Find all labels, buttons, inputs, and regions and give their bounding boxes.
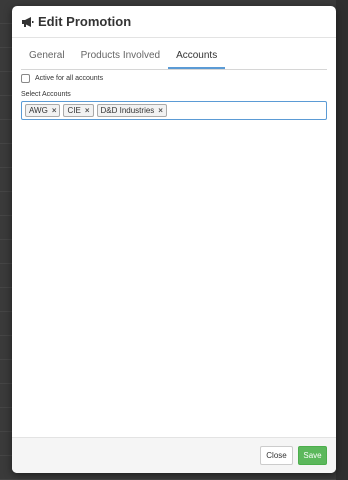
remove-chip-icon[interactable]: × bbox=[158, 106, 163, 115]
modal-header: Edit Promotion bbox=[12, 6, 336, 38]
modal-footer: Close Save bbox=[12, 437, 336, 473]
account-chip: D&D Industries × bbox=[96, 104, 167, 117]
megaphone-icon bbox=[21, 16, 34, 28]
account-chip: CIE × bbox=[63, 104, 94, 117]
save-button[interactable]: Save bbox=[298, 446, 327, 465]
select-accounts-label: Select Accounts bbox=[21, 91, 71, 98]
select-accounts-input[interactable]: AWG × CIE × D&D Industries × bbox=[21, 101, 327, 120]
remove-chip-icon[interactable]: × bbox=[85, 106, 90, 115]
active-all-checkbox[interactable] bbox=[21, 74, 30, 83]
account-chip-label: AWG bbox=[29, 106, 48, 115]
modal-title: Edit Promotion bbox=[38, 14, 132, 29]
remove-chip-icon[interactable]: × bbox=[52, 106, 57, 115]
tab-products-involved[interactable]: Products Involved bbox=[73, 47, 169, 69]
active-all-label: Active for all accounts bbox=[35, 75, 104, 82]
active-all-row: Active for all accounts bbox=[21, 74, 103, 83]
tab-accounts[interactable]: Accounts bbox=[168, 47, 226, 69]
account-chip: AWG × bbox=[25, 104, 61, 117]
tab-bar: General Products Involved Accounts bbox=[21, 47, 327, 70]
close-button[interactable]: Close bbox=[260, 446, 293, 465]
account-chip-label: D&D Industries bbox=[100, 106, 155, 115]
edit-promotion-modal: Edit Promotion General Products Involved… bbox=[12, 6, 336, 473]
account-chip-label: CIE bbox=[67, 106, 81, 115]
background-edge bbox=[336, 0, 348, 480]
tab-general[interactable]: General bbox=[21, 47, 73, 69]
